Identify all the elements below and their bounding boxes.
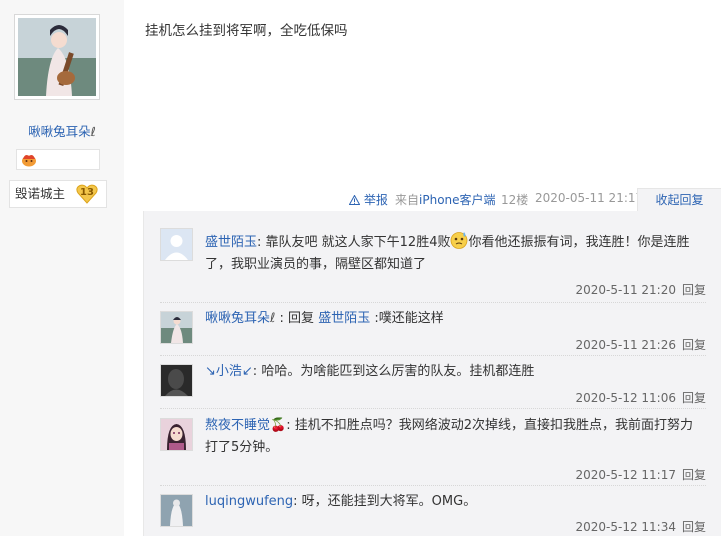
comment-divider xyxy=(160,355,706,356)
comment-user[interactable]: 啾啾兔耳朵 xyxy=(205,311,270,326)
comment-text: luqingwufeng: 呀，还能挂到大将军。OMG。 xyxy=(205,494,477,509)
comment-time: 2020-5-12 11:17 xyxy=(575,468,676,482)
avatar-image xyxy=(161,312,192,343)
avatar-image xyxy=(18,18,96,96)
comment-user[interactable]: luqingwufeng xyxy=(205,494,293,509)
default-avatar-icon xyxy=(161,229,192,260)
comment-meta: 2020-5-12 11:06 回复 xyxy=(575,389,706,406)
comment-time: 2020-5-11 21:20 xyxy=(575,283,676,297)
comment-reply-button[interactable]: 回复 xyxy=(682,283,706,297)
author-name-text[interactable]: 啾啾兔耳朵 xyxy=(28,124,91,139)
reply-word: 回复 xyxy=(288,311,315,326)
floor-number: 12楼 xyxy=(501,193,529,207)
comment-user[interactable]: 熬夜不睡觉🍒 xyxy=(205,418,286,433)
post-body: 挂机怎么挂到将军啊，全吃低保吗 xyxy=(145,23,348,39)
reply-target-user[interactable]: 盛世陌玉 xyxy=(318,311,370,326)
comment-meta: 2020-5-12 11:17 回复 xyxy=(575,466,706,483)
author-avatar[interactable] xyxy=(14,14,100,100)
comment-meta: 2020-5-12 11:34 回复 xyxy=(575,518,706,535)
comment-avatar[interactable] xyxy=(160,311,193,344)
author-name-suffix: ℓ xyxy=(90,124,96,139)
comment-text: 熬夜不睡觉🍒: 挂机不扣胜点吗？我网络波动2次掉线，直接扣我胜点，我前面打努力打… xyxy=(205,418,693,455)
comment-user-suffix: ℓ xyxy=(270,311,276,326)
comment-divider xyxy=(160,408,706,409)
fire-face-icon xyxy=(22,155,36,167)
report-label[interactable]: 举报 xyxy=(364,193,388,207)
client-info: 来自iPhone客户端 xyxy=(395,191,496,208)
comment-list: 盛世陌玉: 靠队友吧 就这人家下午12胜4败 你看他还振振有词，我连胜！你是连胜… xyxy=(143,211,721,536)
comment-user[interactable]: ↘小浩↙ xyxy=(205,364,253,379)
comment-content: 呀，还能挂到大将军。OMG。 xyxy=(301,494,477,509)
comment-divider xyxy=(160,485,706,486)
comment-meta: 2020-5-11 21:20 回复 xyxy=(575,281,706,298)
author-sidebar: 啾啾兔耳朵ℓ 毁诺城主 13 xyxy=(0,0,124,536)
comment-avatar[interactable] xyxy=(160,364,193,397)
comment-time: 2020-5-12 11:06 xyxy=(575,391,676,405)
report-link[interactable]: 举报 xyxy=(348,191,388,208)
comment-reply-button[interactable]: 回复 xyxy=(682,520,706,534)
medal-box[interactable] xyxy=(16,149,100,170)
author-name[interactable]: 啾啾兔耳朵ℓ xyxy=(0,121,124,140)
comment-avatar[interactable] xyxy=(160,418,193,451)
comment-time: 2020-5-11 21:26 xyxy=(575,338,676,352)
client-prefix: 来自 xyxy=(395,193,420,207)
comment-avatar[interactable] xyxy=(160,228,193,261)
comment-reply-button[interactable]: 回复 xyxy=(682,468,706,482)
avatar-image xyxy=(161,495,192,526)
comment-reply-button[interactable]: 回复 xyxy=(682,391,706,405)
comment-text: ↘小浩↙: 哈哈。为啥能匹到这么厉害的队友。挂机都连胜 xyxy=(205,364,535,379)
comment-content: :噗还能这样 xyxy=(374,311,444,326)
comment-reply-button[interactable]: 回复 xyxy=(682,338,706,352)
comment-avatar[interactable] xyxy=(160,494,193,527)
comment-user[interactable]: 盛世陌玉 xyxy=(205,235,257,250)
warning-icon xyxy=(348,194,361,205)
comment-divider xyxy=(160,302,706,303)
comment-text: 盛世陌玉: 靠队友吧 就这人家下午12胜4败 你看他还振振有词，我连胜！你是连胜… xyxy=(205,231,703,276)
post-time: 2020-05-11 21:17 xyxy=(535,191,644,205)
comment-time: 2020-5-12 11:34 xyxy=(575,520,676,534)
post-tail: 举报 来自iPhone客户端 12楼 2020-05-11 21:17 收起回复 xyxy=(0,188,721,212)
avatar-image xyxy=(161,419,192,450)
client-link[interactable]: iPhone客户端 xyxy=(419,193,496,207)
collapse-replies-button[interactable]: 收起回复 xyxy=(637,188,721,212)
comment-content: 哈哈。为啥能匹到这么厉害的队友。挂机都连胜 xyxy=(261,364,535,379)
comment-text: 啾啾兔耳朵ℓ : 回复 盛世陌玉 :噗还能这样 xyxy=(205,311,444,326)
comment-meta: 2020-5-11 21:26 回复 xyxy=(575,336,706,353)
avatar-image xyxy=(161,365,192,396)
comment-content: 靠队友吧 就这人家下午12胜4败 xyxy=(265,235,451,250)
sweat-emoji-icon xyxy=(451,232,468,249)
